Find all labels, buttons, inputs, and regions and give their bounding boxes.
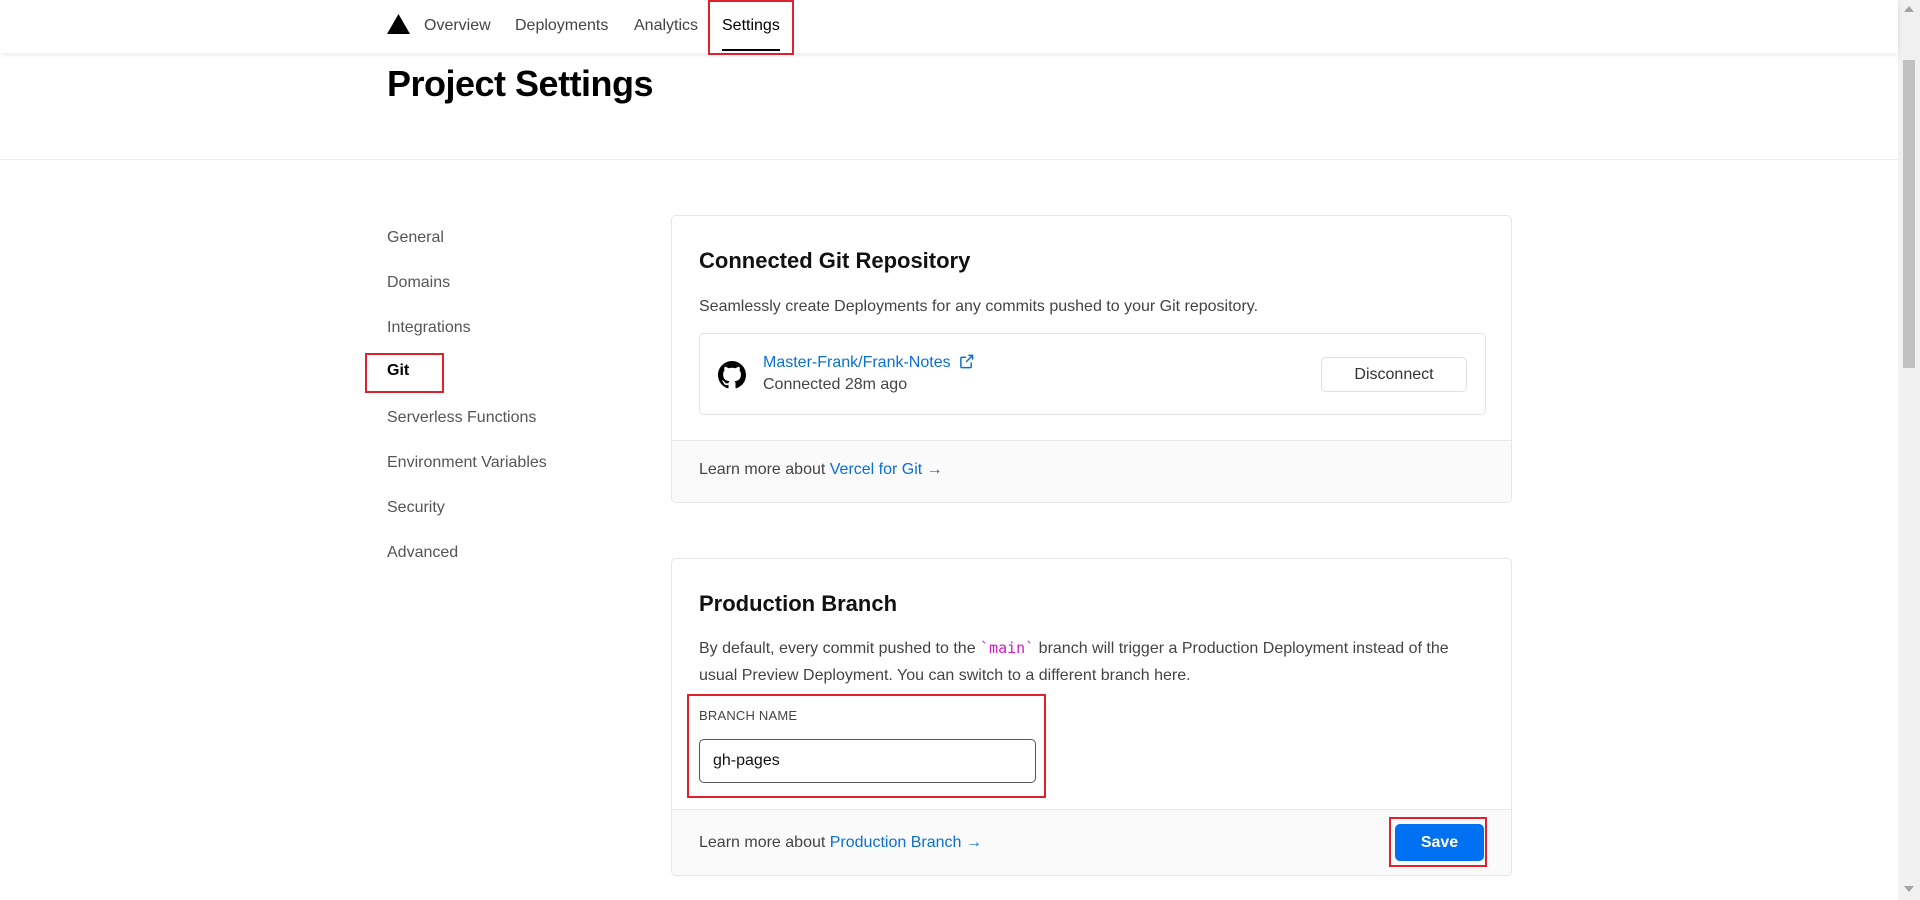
scroll-thumb[interactable]	[1903, 60, 1915, 368]
repo-connection-status: Connected 28m ago	[763, 376, 908, 393]
branch-field-highlight	[687, 694, 1046, 798]
nav-tab-overview[interactable]: Overview	[424, 0, 491, 53]
git-card-footer: Learn more about Vercel for Git →	[672, 440, 1511, 502]
top-nav: Overview Deployments Analytics Settings	[0, 0, 1898, 53]
nav-tab-analytics[interactable]: Analytics	[634, 0, 698, 53]
page-title: Project Settings	[387, 63, 654, 104]
git-item-highlight	[365, 353, 444, 393]
vercel-for-git-link[interactable]: Vercel for Git →	[830, 461, 943, 478]
git-card-footer-text: Learn more about Vercel for Git →	[699, 461, 943, 479]
branch-card-title: Production Branch	[699, 591, 898, 616]
footer-prefix: Learn more about	[699, 461, 830, 478]
git-card-title: Connected Git Repository	[699, 248, 971, 273]
sidebar-item-integrations[interactable]: Integrations	[387, 319, 471, 337]
repo-name: Master-Frank/Frank-Notes	[763, 354, 951, 371]
save-button-highlight	[1389, 817, 1487, 867]
branch-card-description: By default, every commit pushed to the `…	[699, 635, 1489, 689]
git-card-description: Seamlessly create Deployments for any co…	[699, 298, 1259, 315]
production-branch-link[interactable]: Production Branch →	[830, 834, 982, 851]
sidebar-item-domains[interactable]: Domains	[387, 274, 450, 292]
page-header: Project Settings	[0, 53, 1898, 160]
scroll-down-arrow-icon[interactable]	[1904, 886, 1914, 892]
sidebar-item-serverless-functions[interactable]: Serverless Functions	[387, 409, 536, 427]
footer-prefix: Learn more about	[699, 834, 830, 851]
sidebar-item-general[interactable]: General	[387, 229, 444, 247]
nav-tab-deployments[interactable]: Deployments	[515, 0, 608, 53]
desc-before: By default, every commit pushed to the	[699, 640, 981, 657]
github-icon	[718, 361, 746, 389]
sidebar-item-security[interactable]: Security	[387, 499, 445, 517]
branch-card-footer-text: Learn more about Production Branch →	[699, 834, 982, 852]
vertical-scrollbar[interactable]	[1898, 0, 1920, 900]
git-repository-card: Connected Git Repository Seamlessly crea…	[671, 215, 1512, 503]
repo-link[interactable]: Master-Frank/Frank-Notes	[763, 354, 974, 372]
disconnect-button[interactable]: Disconnect	[1321, 357, 1467, 392]
scroll-up-arrow-icon[interactable]	[1904, 6, 1914, 12]
sidebar-item-advanced[interactable]: Advanced	[387, 544, 458, 562]
connected-repo-box: Master-Frank/Frank-Notes Connected 28m a…	[699, 333, 1486, 415]
external-link-icon	[960, 354, 974, 369]
settings-tab-highlight	[708, 0, 794, 55]
branch-card-footer: Learn more about Production Branch → Sav…	[672, 809, 1511, 875]
triangle-logo-icon[interactable]	[387, 14, 410, 34]
sidebar-item-environment-variables[interactable]: Environment Variables	[387, 454, 547, 472]
main-branch-code: `main`	[980, 639, 1035, 657]
